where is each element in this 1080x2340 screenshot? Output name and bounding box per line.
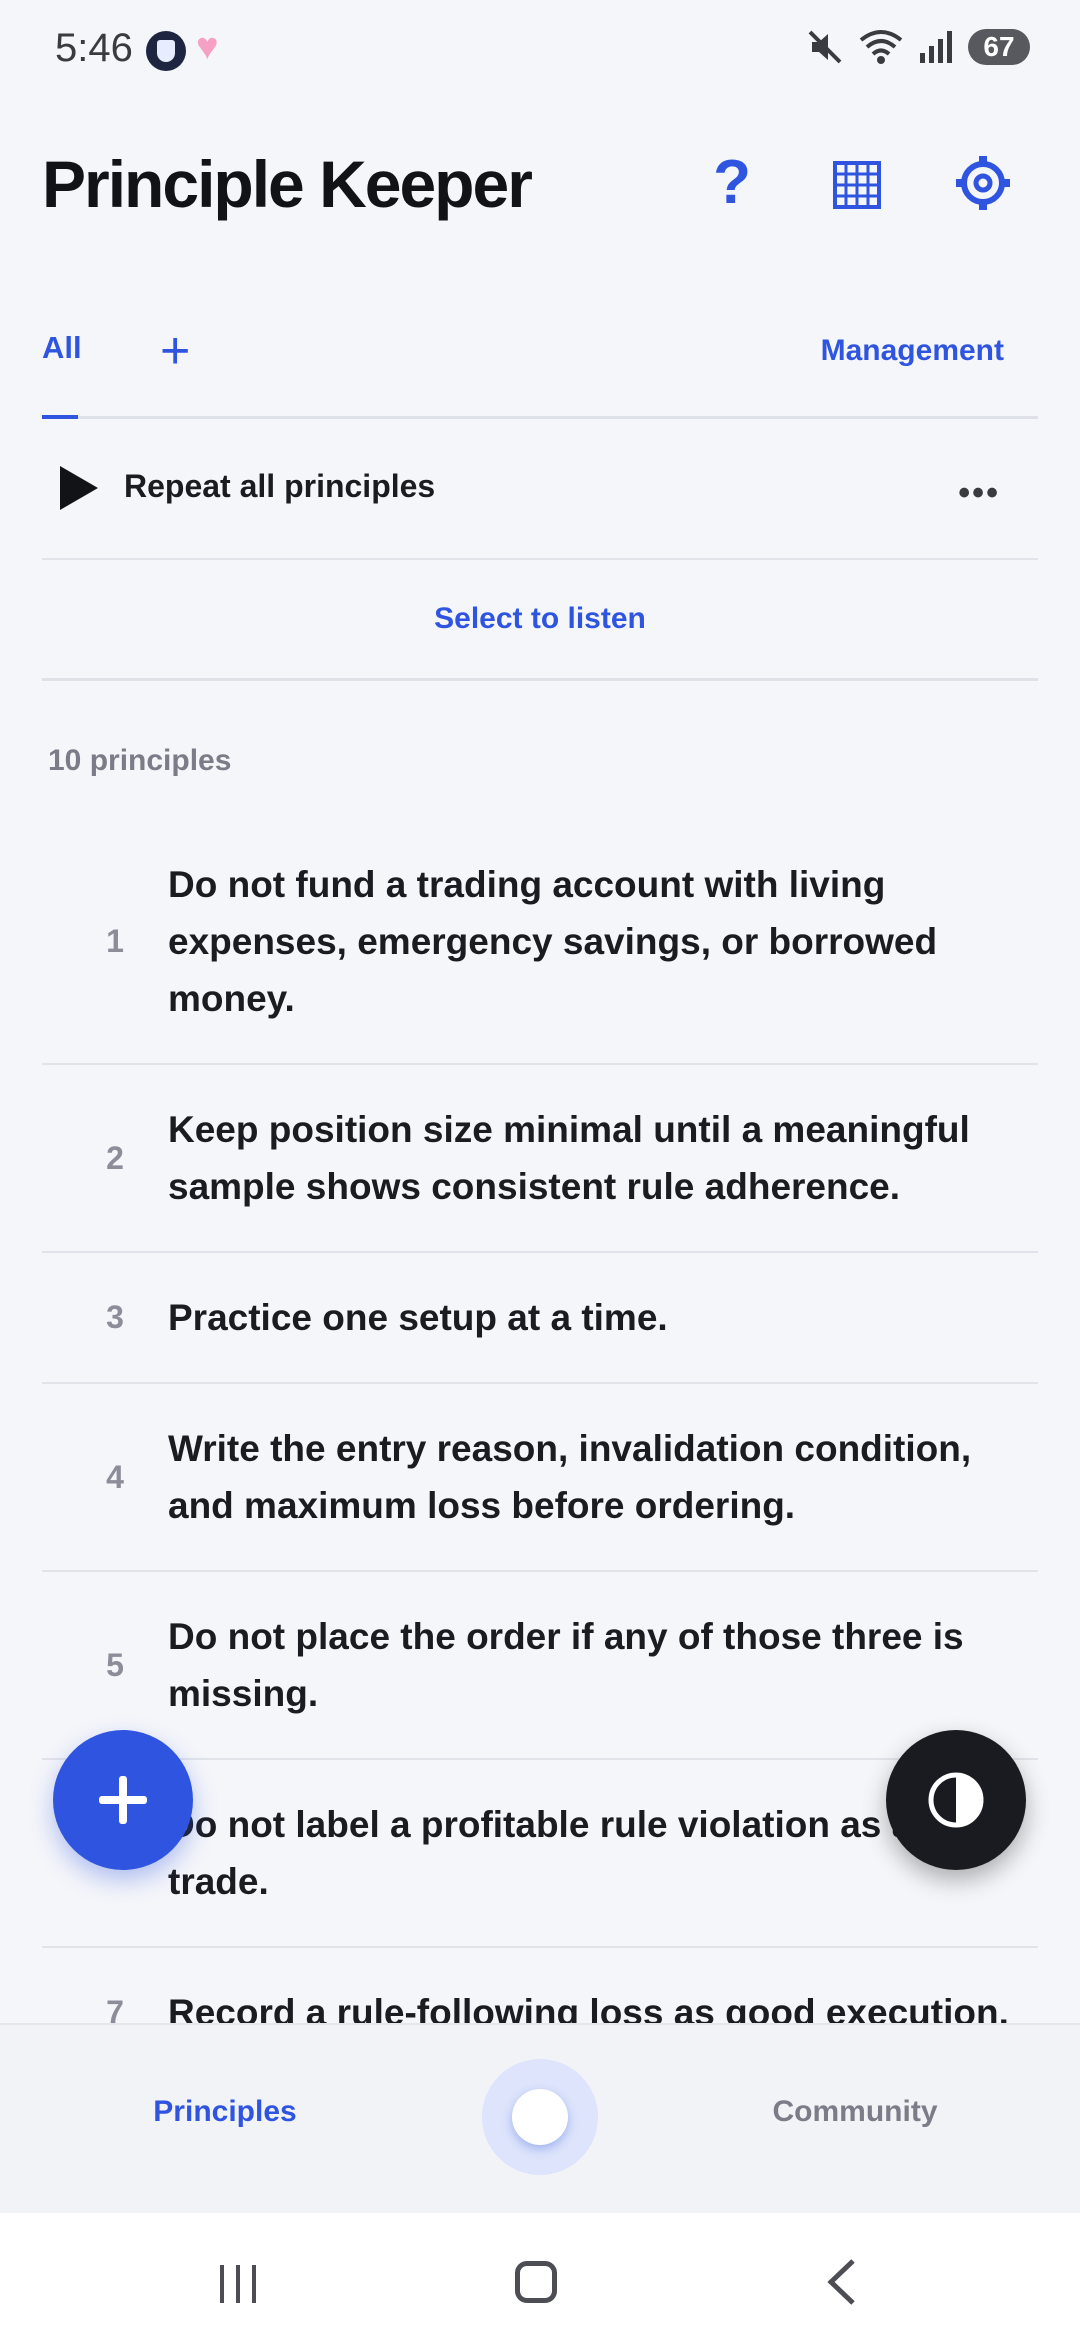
add-principle-button[interactable] — [53, 1730, 193, 1870]
principle-number: 2 — [106, 1139, 124, 1176]
battery-icon: 67 — [968, 29, 1030, 65]
select-to-listen-row[interactable]: Select to listen — [42, 560, 1038, 681]
list-item[interactable]: 2 Keep position size minimal until a mea… — [42, 1065, 1038, 1253]
more-options-icon[interactable]: ••• — [958, 474, 1000, 513]
grid-icon[interactable] — [832, 160, 882, 215]
list-item[interactable]: 1 Do not fund a trading account with liv… — [42, 820, 1038, 1065]
system-nav-bar — [0, 2213, 1080, 2340]
principle-text: Write the entry reason, invalidation con… — [168, 1428, 972, 1526]
principle-text: Do not place the order if any of those t… — [168, 1616, 964, 1714]
principle-number: 1 — [106, 923, 124, 959]
principles-list: 1 Do not fund a trading account with liv… — [42, 820, 1038, 2025]
list-item[interactable]: 5 Do not place the order if any of those… — [42, 1572, 1038, 1760]
tab-all[interactable]: All — [42, 330, 82, 366]
gear-icon[interactable] — [955, 155, 1011, 216]
recent-apps-icon[interactable] — [218, 2263, 258, 2310]
principle-number: 7 — [106, 1994, 124, 2025]
nav-center-button[interactable] — [482, 2059, 598, 2175]
list-item[interactable]: 4 Write the entry reason, invalidation c… — [42, 1384, 1038, 1572]
principle-text: Do not fund a trading account with livin… — [168, 864, 938, 1019]
help-icon[interactable]: ? — [702, 148, 762, 218]
bottom-nav: Principles Community — [0, 2023, 1080, 2215]
back-icon[interactable] — [825, 2258, 857, 2311]
principle-text: Keep position size minimal until a meani… — [168, 1109, 970, 1207]
list-item[interactable]: 7 Record a rule-following loss as good e… — [42, 1948, 1038, 2025]
wifi-icon — [858, 28, 904, 66]
status-bar: 5:46 ♥ 67 — [0, 0, 1080, 100]
signal-icon — [918, 29, 954, 65]
mute-icon — [806, 28, 844, 66]
nav-community[interactable]: Community — [630, 2095, 1080, 2129]
principles-count: 10 principles — [48, 744, 232, 777]
principle-number: 4 — [106, 1458, 124, 1495]
status-right-group: 67 — [806, 28, 1030, 66]
page-title: Principle Keeper — [42, 147, 533, 221]
management-link[interactable]: Management — [821, 334, 1004, 368]
principle-text: Record a rule-following loss as good exe… — [168, 1992, 1009, 2025]
tab-bar: All + Management — [42, 320, 1038, 419]
play-icon[interactable] — [60, 466, 98, 510]
nav-principles[interactable]: Principles — [0, 2095, 450, 2129]
repeat-all-row[interactable]: Repeat all principles ••• — [42, 418, 1038, 560]
home-icon[interactable] — [515, 2261, 557, 2303]
add-tab-button[interactable]: + — [160, 325, 190, 377]
list-item[interactable]: 3 Practice one setup at a time. — [42, 1253, 1038, 1384]
contrast-icon — [928, 1772, 984, 1828]
app-shield-icon — [146, 31, 186, 71]
principle-number: 3 — [106, 1299, 124, 1335]
status-time: 5:46 — [55, 26, 133, 70]
principle-text: Practice one setup at a time. — [168, 1297, 668, 1338]
repeat-all-label: Repeat all principles — [124, 468, 436, 504]
select-to-listen-link[interactable]: Select to listen — [42, 602, 1038, 636]
principle-number: 5 — [106, 1646, 124, 1683]
heart-icon: ♥ — [196, 26, 219, 68]
theme-toggle-button[interactable] — [886, 1730, 1026, 1870]
